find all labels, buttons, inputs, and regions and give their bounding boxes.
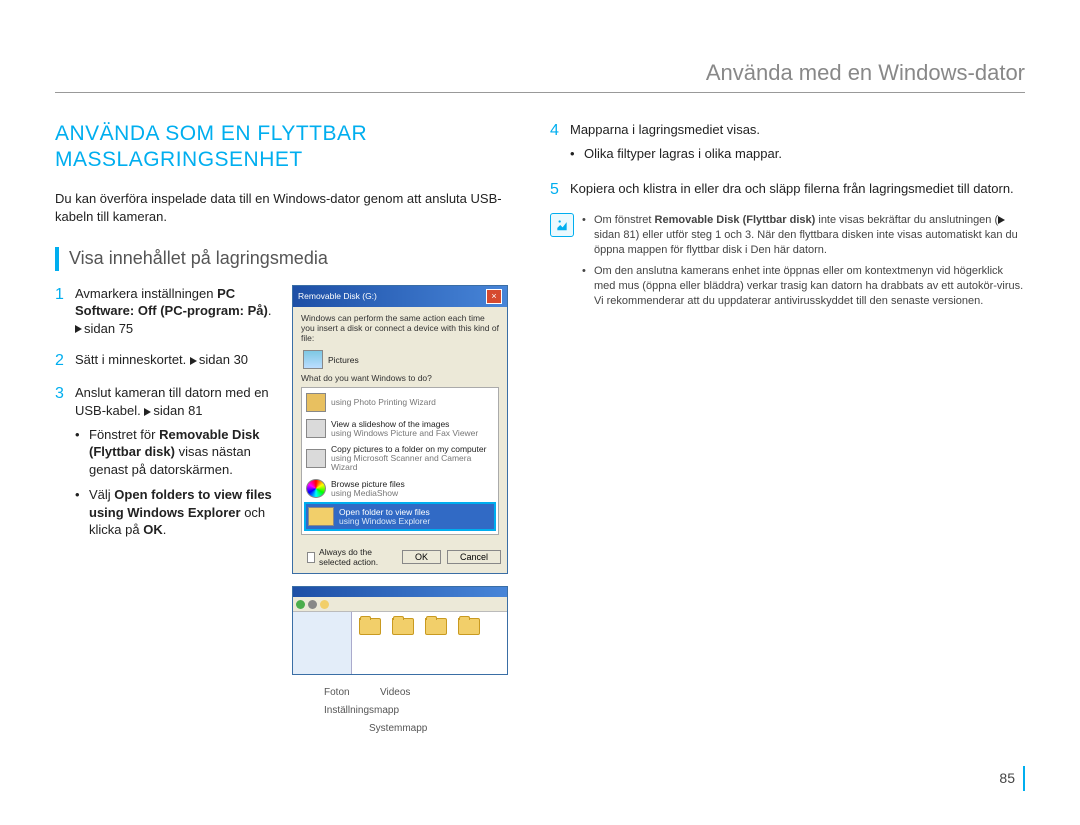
checkbox-icon: [307, 552, 315, 563]
forward-icon[interactable]: [308, 600, 317, 609]
note-item: Om fönstret Removable Disk (Flyttbar dis…: [582, 213, 1025, 258]
text: inte visas bekräftar du anslutningen (: [815, 214, 998, 226]
page-number: 85: [999, 766, 1025, 791]
option-sub: using MediaShow: [331, 488, 398, 498]
explorer-sidebar: [293, 612, 352, 674]
ok-button[interactable]: OK: [402, 550, 441, 564]
dialog-title: Removable Disk (G:): [298, 291, 377, 301]
arrow-icon: [998, 216, 1005, 224]
dialog-option[interactable]: Copy pictures to a folder on my computer…: [304, 442, 496, 475]
folder-item[interactable]: [391, 618, 415, 636]
text: .: [268, 303, 272, 318]
step-5: 5 Kopiera och klistra in eller dra och s…: [550, 180, 1025, 199]
text: Välj: [89, 487, 114, 502]
cancel-button[interactable]: Cancel: [447, 550, 501, 564]
section-heading: ANVÄNDA SOM EN FLYTTBAR MASSLAGRINGSENHE…: [55, 121, 520, 174]
dialog-text: Windows can perform the same action each…: [301, 313, 499, 344]
wizard-icon: [306, 393, 326, 412]
text-bold: OK: [143, 522, 163, 537]
page-ref: sidan 81: [153, 403, 202, 418]
step-number: 5: [550, 180, 570, 199]
folder-icon: [425, 618, 447, 635]
scanner-icon: [306, 449, 326, 468]
text: Mapparna i lagringsmediet visas.: [570, 121, 782, 139]
step-number: 1: [55, 285, 75, 338]
text: Olika filtyper lagras i olika mappar.: [584, 145, 782, 163]
folder-item[interactable]: [457, 618, 481, 636]
right-column: 4 Mapparna i lagringsmediet visas. Olika…: [550, 121, 1025, 743]
text: Om fönstret: [594, 214, 655, 226]
info-icon: [550, 213, 574, 237]
removable-disk-dialog: Removable Disk (G:) × Windows can perfor…: [292, 285, 508, 575]
step-number: 3: [55, 384, 75, 551]
left-column: ANVÄNDA SOM EN FLYTTBAR MASSLAGRINGSENHE…: [55, 121, 520, 743]
explorer-main: [352, 612, 507, 674]
option-sub: using Photo Printing Wizard: [331, 397, 436, 407]
step-number: 2: [55, 351, 75, 370]
option-sub: using Windows Picture and Fax Viewer: [331, 428, 478, 438]
list-item: Olika filtyper lagras i olika mappar.: [570, 145, 782, 163]
always-checkbox[interactable]: Always do the selected action.: [307, 547, 396, 567]
up-icon[interactable]: [320, 600, 329, 609]
page-ref: sidan 30: [199, 352, 248, 367]
explorer-titlebar: [293, 587, 507, 597]
arrow-icon: [75, 325, 82, 333]
section-subheading: Visa innehållet på lagringsmedia: [55, 247, 520, 270]
option-sub: using Microsoft Scanner and Camera Wizar…: [331, 453, 471, 472]
list-item: Fönstret för Removable Disk (Flyttbar di…: [75, 426, 280, 479]
divider: [55, 92, 1025, 93]
folder-icon: [392, 618, 414, 635]
steps-list: 1 Avmarkera inställningen PC Software: O…: [55, 285, 280, 744]
pictures-icon: [303, 350, 323, 369]
folder-icon: [359, 618, 381, 635]
text: Avmarkera inställningen: [75, 286, 217, 301]
folder-item[interactable]: [358, 618, 382, 636]
text-bold: Removable Disk (Flyttbar disk): [655, 214, 816, 226]
page-ref: sidan 81: [594, 229, 636, 241]
dialog-option-highlighted[interactable]: Open folder to view filesusing Windows E…: [304, 502, 496, 531]
arrow-icon: [144, 408, 151, 416]
step-2: 2 Sätt i minneskortet. sidan 30: [55, 351, 280, 370]
text: Sätt i minneskortet.: [75, 352, 190, 367]
label-foton: Foton: [324, 687, 350, 698]
folder-icon: [308, 507, 334, 526]
checkbox-label: Always do the selected action.: [319, 547, 396, 567]
step-1: 1 Avmarkera inställningen PC Software: O…: [55, 285, 280, 338]
back-icon[interactable]: [296, 600, 305, 609]
text: Om den anslutna kamerans enhet inte öppn…: [594, 264, 1025, 309]
diagram-labels: Foton Videos Inställningsmapp Systemmapp: [292, 683, 520, 743]
info-note: Om fönstret Removable Disk (Flyttbar dis…: [550, 213, 1025, 314]
dialog-option[interactable]: using Photo Printing Wizard: [304, 390, 496, 415]
text: Fönstret för: [89, 427, 159, 442]
step-4: 4 Mapparna i lagringsmediet visas. Olika…: [550, 121, 1025, 166]
page-ref: sidan 75: [84, 321, 133, 336]
text: ) eller utför steg 1 och 3. När den flyt…: [594, 229, 1018, 256]
label-installning: Inställningsmapp: [324, 705, 399, 716]
dialog-option[interactable]: View a slideshow of the imagesusing Wind…: [304, 416, 496, 441]
dialog-label: Pictures: [328, 355, 359, 365]
explorer-toolbar: [293, 597, 507, 612]
dialog-prompt: What do you want Windows to do?: [301, 373, 499, 383]
option-sub: using Windows Explorer: [339, 516, 430, 526]
slideshow-icon: [306, 419, 326, 438]
text: Kopiera och klistra in eller dra och slä…: [570, 180, 1014, 199]
page-header: Använda med en Windows-dator: [55, 60, 1025, 86]
dialog-option[interactable]: Browse picture filesusing MediaShow: [304, 476, 496, 501]
arrow-icon: [190, 357, 197, 365]
label-videos: Videos: [380, 687, 410, 698]
explorer-window: [292, 586, 508, 675]
folder-item[interactable]: [424, 618, 448, 636]
section-intro: Du kan överföra inspelade data till en W…: [55, 190, 520, 228]
note-item: Om den anslutna kamerans enhet inte öppn…: [582, 264, 1025, 309]
media-icon: [306, 479, 326, 498]
list-item: Välj Open folders to view files using Wi…: [75, 486, 280, 539]
label-system: Systemmapp: [369, 723, 427, 734]
folder-icon: [458, 618, 480, 635]
close-icon[interactable]: ×: [486, 289, 502, 304]
text: .: [163, 522, 167, 537]
step-number: 4: [550, 121, 570, 166]
step-3: 3 Anslut kameran till datorn med en USB-…: [55, 384, 280, 551]
